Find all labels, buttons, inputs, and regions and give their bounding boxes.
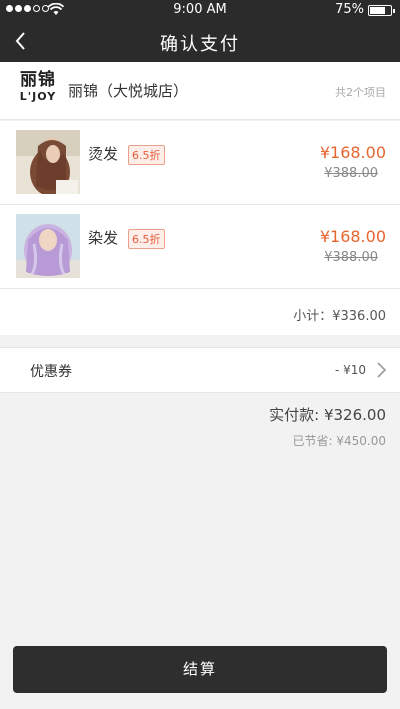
amount-paid: 实付款: ¥326.00 xyxy=(269,406,386,424)
service-thumbnail xyxy=(16,130,80,194)
subtotal-row: 小计：¥336.00 xyxy=(0,289,400,335)
coupon-value: - ¥10 xyxy=(334,363,366,377)
item-name: 烫发 xyxy=(88,145,119,163)
discount-badge: 6.5折 xyxy=(128,229,165,249)
battery-icon xyxy=(368,5,395,16)
store-logo: 丽锦 L'JOY xyxy=(16,70,60,104)
subtotal-text: 小计：¥336.00 xyxy=(293,309,386,324)
page-title: 确认支付 xyxy=(160,34,240,55)
item-price: ¥168.00 xyxy=(319,143,386,162)
item-count: 共2个项目 xyxy=(335,86,386,99)
logo-cn: 丽锦 xyxy=(20,70,56,90)
discount-badge: 6.5折 xyxy=(128,145,165,165)
item-name: 染发 xyxy=(88,229,119,247)
item-original-price: ¥388.00 xyxy=(324,166,378,181)
amount-saved: 已节省: ¥450.00 xyxy=(292,434,386,448)
checkout-button[interactable]: 结算 xyxy=(13,646,387,693)
item-price: ¥168.00 xyxy=(319,227,386,246)
chevron-right-icon xyxy=(377,362,387,378)
store-header: 丽锦 L'JOY 丽锦（大悦城店） 共2个项目 xyxy=(0,62,400,120)
list-item[interactable]: 烫发 6.5折 ¥168.00 ¥388.00 xyxy=(0,121,400,205)
item-original-price: ¥388.00 xyxy=(324,250,378,265)
logo-en: L'JOY xyxy=(19,90,57,103)
service-thumbnail xyxy=(16,214,80,278)
coupon-label: 优惠券 xyxy=(30,364,72,380)
coupon-row[interactable]: 优惠券 - ¥10 xyxy=(0,347,400,393)
status-bar: 9:00 AM 75% xyxy=(0,0,400,20)
list-item[interactable]: 染发 6.5折 ¥168.00 ¥388.00 xyxy=(0,205,400,289)
nav-bar: 确认支付 xyxy=(0,20,400,62)
store-name: 丽锦（大悦城店） xyxy=(68,82,189,100)
battery-percent: 75% xyxy=(335,2,364,17)
